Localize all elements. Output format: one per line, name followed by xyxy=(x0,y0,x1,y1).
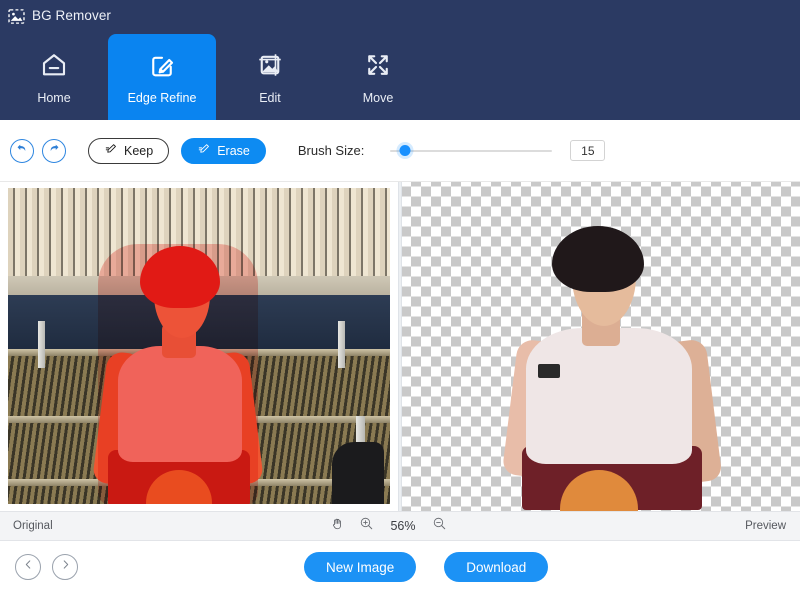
slider-track xyxy=(390,149,553,152)
footer-actions: New Image Download xyxy=(304,552,549,582)
erase-button-label: Erase xyxy=(217,143,250,158)
original-label: Original xyxy=(13,520,53,532)
app-header: BG Remover Home Edge Refine Edit Move xyxy=(0,0,800,120)
redo-arrow-icon xyxy=(47,141,61,160)
nav-item-home[interactable]: Home xyxy=(0,34,108,120)
nav-item-edge-refine[interactable]: Edge Refine xyxy=(108,34,216,120)
image-crop-icon xyxy=(255,50,285,80)
redo-button[interactable] xyxy=(42,138,66,163)
subject-logo xyxy=(538,364,560,378)
canvas-status-bar: Original 56% Preview xyxy=(0,511,800,541)
chevron-right-icon xyxy=(59,558,72,576)
preview-image-pane[interactable] xyxy=(402,182,800,511)
brush-size-label: Brush Size: xyxy=(297,143,365,158)
download-button[interactable]: Download xyxy=(444,552,549,582)
subject-tank-top xyxy=(526,328,692,464)
nav-label-home: Home xyxy=(37,91,71,105)
previous-image-button[interactable] xyxy=(15,554,41,580)
brush-erase-icon xyxy=(197,142,211,159)
nav-item-edit[interactable]: Edit xyxy=(216,34,324,120)
title-bar: BG Remover xyxy=(0,0,800,25)
image-dashed-icon xyxy=(8,8,25,25)
photo-dark-object xyxy=(332,442,384,504)
nav-label-move: Move xyxy=(362,91,394,105)
new-image-button[interactable]: New Image xyxy=(304,552,417,582)
nav-label-edit: Edit xyxy=(259,91,281,105)
brush-keep-icon xyxy=(104,142,118,159)
next-image-button[interactable] xyxy=(52,554,78,580)
main-nav: Home Edge Refine Edit Move xyxy=(0,34,800,120)
chevron-left-icon xyxy=(22,558,35,576)
red-selection-overlay xyxy=(98,244,258,504)
erase-button[interactable]: Erase xyxy=(181,137,266,164)
undo-button[interactable] xyxy=(10,138,34,163)
preview-label: Preview xyxy=(745,520,786,532)
undo-arrow-icon xyxy=(15,141,29,160)
preview-image[interactable] xyxy=(500,224,730,511)
subject-hair xyxy=(552,226,644,292)
original-image-pane[interactable] xyxy=(0,182,398,511)
keep-button-label: Keep xyxy=(124,143,154,158)
zoom-level-value: 56% xyxy=(390,519,416,533)
brush-size-slider[interactable] xyxy=(390,141,553,161)
footer-bar: New Image Download xyxy=(0,541,800,593)
canvas-area xyxy=(0,182,800,511)
edit-toolbar: Keep Erase Brush Size: 15 xyxy=(0,120,800,182)
image-pager xyxy=(15,554,78,580)
move-arrows-icon xyxy=(363,50,393,80)
pencil-square-icon xyxy=(147,50,177,80)
brush-size-value[interactable]: 15 xyxy=(570,140,606,161)
photo-pole xyxy=(38,320,45,369)
zoom-controls: 56% xyxy=(330,516,447,536)
hand-pan-icon[interactable] xyxy=(330,516,345,536)
keep-button[interactable]: Keep xyxy=(88,137,170,164)
home-minus-icon xyxy=(39,50,69,80)
zoom-out-icon[interactable] xyxy=(432,516,447,536)
bg-remover-window: BG Remover Home Edge Refine Edit Move Ke… xyxy=(0,0,800,593)
nav-label-edge-refine: Edge Refine xyxy=(127,91,197,105)
app-title: BG Remover xyxy=(32,8,112,24)
zoom-in-icon[interactable] xyxy=(359,516,374,536)
photo-pole xyxy=(338,320,345,369)
nav-item-move[interactable]: Move xyxy=(324,34,432,120)
slider-thumb[interactable] xyxy=(399,145,411,156)
original-image[interactable] xyxy=(8,188,390,504)
